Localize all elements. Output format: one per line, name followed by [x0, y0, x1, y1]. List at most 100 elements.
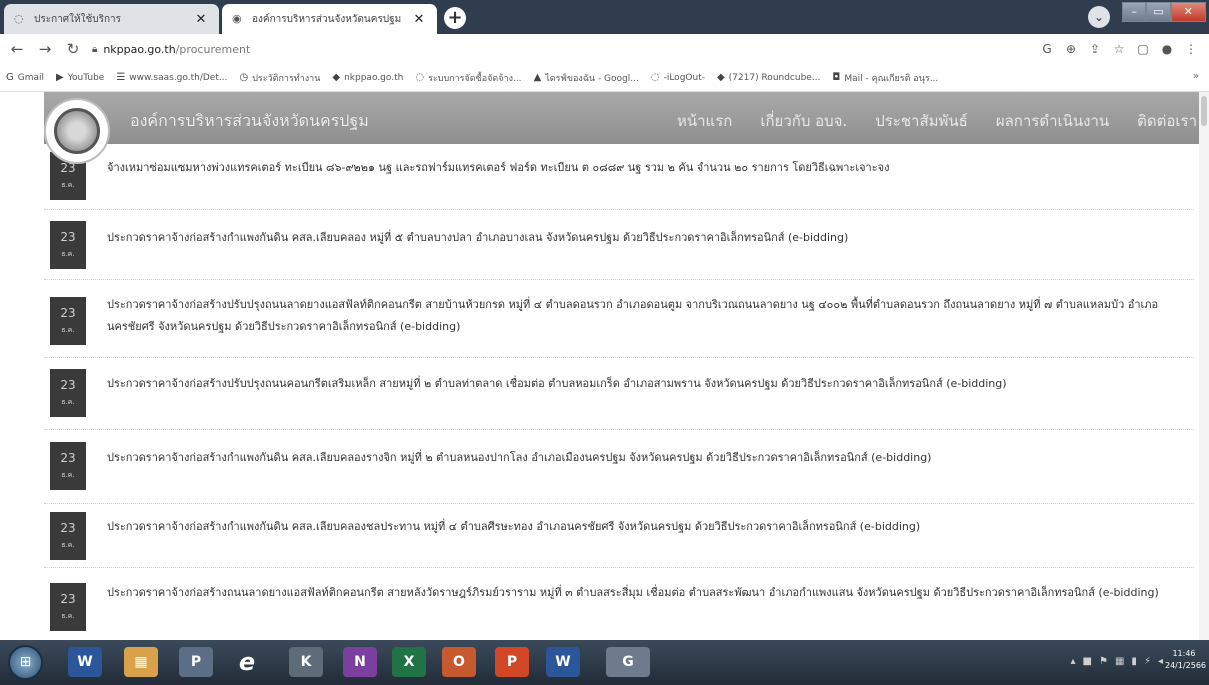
- bookmarks-bar: G Gmail ▶ YouTube ☰ www.saas.go.th/Det... ◷…: [0, 64, 1209, 92]
- signal-icon[interactable]: ▮: [1131, 656, 1137, 667]
- bookmark-item[interactable]: ☰ www.saas.go.th/Det...: [116, 72, 227, 83]
- bookmark-item[interactable]: G Gmail: [6, 72, 44, 83]
- item-title[interactable]: จ้างเหมาซ่อมแซมหางพ่วงแทรคเตอร์ ทะเบียน …: [107, 157, 1187, 179]
- start-button[interactable]: ⊞: [8, 645, 43, 680]
- bookmarks-overflow-icon[interactable]: »: [1193, 71, 1199, 82]
- document-icon: ☰: [116, 72, 126, 83]
- item-link[interactable]: ประกวดราคาจ้างก่อสร้างปรับปรุงถนนลาดยางแ…: [107, 298, 1158, 333]
- url-host: nkppao.go.th: [103, 42, 176, 56]
- address-bar[interactable]: 🔒︎ nkppao.go.th /procurement: [92, 38, 1022, 60]
- speaker-icon[interactable]: ◂: [1158, 656, 1163, 667]
- bookmark-label: ไดรฟ์ของฉัน - Googl...: [545, 73, 639, 84]
- nav-contact[interactable]: ติดต่อเรา: [1137, 109, 1197, 133]
- site-title: องค์การบริหารส่วนจังหวัดนครปฐม: [130, 111, 369, 130]
- word-taskbar-icon[interactable]: W: [546, 647, 580, 677]
- taskbar-clock[interactable]: 11:46 24/1/2566: [1165, 648, 1206, 672]
- google-icon[interactable]: G: [1035, 38, 1059, 60]
- star-icon[interactable]: ☆: [1107, 38, 1131, 60]
- item-title[interactable]: ประกวดราคาจ้างก่อสร้างถนนลาดยางแอสฟัลท์ต…: [107, 582, 1187, 604]
- date-day: 23: [60, 592, 76, 606]
- date-day: 23: [60, 230, 76, 244]
- explorer-taskbar-icon[interactable]: ▦: [124, 647, 158, 677]
- onenote-taskbar-icon[interactable]: N: [343, 647, 377, 677]
- bookmark-item[interactable]: ◌ ระบบการจัดซื้อจัดจ้าง...: [415, 71, 521, 85]
- publisher-taskbar-icon[interactable]: P: [179, 647, 213, 677]
- app-taskbar-icon[interactable]: K: [289, 647, 323, 677]
- list-item: 23 ธ.ค. ประกวดราคาจ้างก่อสร้างถนนลาดยางแ…: [44, 568, 1194, 640]
- bookmark-label: nkppao.go.th: [344, 72, 404, 83]
- nav-results[interactable]: ผลการดำเนินงาน: [996, 109, 1109, 133]
- close-icon[interactable]: ✕: [411, 12, 427, 27]
- toolbar-actions: G ⊕ ⇪ ☆ ▢ ● ⋮: [1035, 38, 1203, 60]
- item-title[interactable]: ประกวดราคาจ้างก่อสร้างปรับปรุงถนนลาดยางแ…: [107, 294, 1187, 338]
- date-badge: 23 ธ.ค.: [50, 442, 86, 490]
- zoom-icon[interactable]: ⊕: [1059, 38, 1083, 60]
- bookmark-item[interactable]: ◌ -iLogOut-: [651, 72, 705, 83]
- list-item: 23 ธ.ค. ประกวดราคาจ้างก่อสร้างปรับปรุงถน…: [44, 280, 1194, 358]
- bookmark-item[interactable]: ◆ (7217) Roundcube...: [717, 72, 820, 83]
- new-tab-button[interactable]: +: [444, 7, 466, 29]
- forward-icon[interactable]: →: [34, 38, 56, 60]
- gmail-icon: G: [6, 72, 14, 83]
- window-controls: – ▭ ✕: [1122, 2, 1206, 22]
- bookmark-item[interactable]: ◆ nkppao.go.th: [332, 72, 403, 83]
- page-scrollbar[interactable]: [1199, 92, 1209, 640]
- date-month: ธ.ค.: [61, 612, 75, 620]
- browser-tab-2[interactable]: ◉ องค์การบริหารส่วนจังหวัดนครปฐม ✕: [222, 4, 437, 34]
- date-badge: 23 ธ.ค.: [50, 369, 86, 417]
- minimize-button[interactable]: –: [1122, 2, 1147, 22]
- profile-icon[interactable]: ●: [1155, 38, 1179, 60]
- nav-about[interactable]: เกี่ยวกับ อบจ.: [760, 109, 847, 133]
- bookmark-item[interactable]: ◷ ประวัติการทำงาน: [239, 71, 320, 85]
- word-taskbar-icon[interactable]: W: [68, 647, 102, 677]
- bookmark-item[interactable]: ◘ Mail - คุณเกียรติ อนุร...: [832, 71, 938, 85]
- date-month: ธ.ค.: [61, 181, 75, 189]
- item-link[interactable]: ประกวดราคาจ้างก่อสร้างกำแพงกันดิน คสล.เล…: [107, 520, 920, 533]
- scrollbar-thumb[interactable]: [1201, 96, 1207, 126]
- internet-explorer-taskbar-icon[interactable]: e: [230, 647, 264, 677]
- bookmark-item[interactable]: ▶ YouTube: [56, 72, 104, 83]
- date-month: ธ.ค.: [61, 326, 75, 334]
- power-icon[interactable]: ⚡: [1144, 656, 1151, 667]
- list-item: 23 ธ.ค. จ้างเหมาซ่อมแซมหางพ่วงแทรคเตอร์ …: [44, 144, 1194, 210]
- item-link[interactable]: จ้างเหมาซ่อมแซมหางพ่วงแทรคเตอร์ ทะเบียน …: [107, 161, 889, 174]
- excel-taskbar-icon[interactable]: X: [392, 647, 426, 677]
- flag-icon[interactable]: ⚑: [1099, 656, 1108, 667]
- site-header: องค์การบริหารส่วนจังหวัดนครปฐม หน้าแรก เ…: [44, 92, 1199, 164]
- close-icon[interactable]: ✕: [193, 12, 209, 27]
- back-icon[interactable]: ←: [6, 38, 28, 60]
- item-link[interactable]: ประกวดราคาจ้างก่อสร้างถนนลาดยางแอสฟัลท์ต…: [107, 586, 1159, 599]
- item-title[interactable]: ประกวดราคาจ้างก่อสร้างกำแพงกันดิน คสล.เล…: [107, 227, 1187, 249]
- network-icon[interactable]: ▦: [1115, 656, 1124, 667]
- menu-icon[interactable]: ⋮: [1179, 38, 1203, 60]
- item-link[interactable]: ประกวดราคาจ้างก่อสร้างกำแพงกันดิน คสล.เล…: [107, 231, 848, 244]
- powerpoint-taskbar-icon[interactable]: P: [495, 647, 529, 677]
- date-month: ธ.ค.: [61, 250, 75, 258]
- browser-tab-1[interactable]: ◌ ประกาศให้ใช้บริการ ✕: [4, 4, 219, 34]
- close-window-button[interactable]: ✕: [1170, 2, 1206, 22]
- item-title[interactable]: ประกวดราคาจ้างก่อสร้างปรับปรุงถนนคอนกรีต…: [107, 373, 1187, 395]
- tray-app-icon[interactable]: ■: [1083, 656, 1092, 667]
- bookmark-item[interactable]: ▲ ไดรฟ์ของฉัน - Googl...: [534, 71, 639, 85]
- date-day: 23: [60, 306, 76, 320]
- nav-home[interactable]: หน้าแรก: [677, 109, 732, 133]
- site-logo[interactable]: [44, 98, 110, 164]
- tab-title: ประกาศให้ใช้บริการ: [34, 13, 122, 25]
- tab-search-button[interactable]: ⌄: [1088, 6, 1110, 28]
- date-month: ธ.ค.: [61, 398, 75, 406]
- tray-arrow-icon[interactable]: ▴: [1071, 656, 1076, 667]
- date-badge: 23 ธ.ค.: [50, 512, 86, 560]
- item-title[interactable]: ประกวดราคาจ้างก่อสร้างกำแพงกันดิน คสล.เล…: [107, 447, 1187, 469]
- nav-news[interactable]: ประชาสัมพันธ์: [875, 109, 968, 133]
- item-title[interactable]: ประกวดราคาจ้างก่อสร้างกำแพงกันดิน คสล.เล…: [107, 516, 1187, 538]
- reload-icon[interactable]: ↻: [62, 38, 84, 60]
- site-icon: ◌: [650, 72, 660, 83]
- sidepanel-icon[interactable]: ▢: [1131, 38, 1155, 60]
- maximize-button[interactable]: ▭: [1146, 2, 1171, 22]
- chrome-taskbar-icon[interactable]: G: [606, 647, 650, 677]
- item-link[interactable]: ประกวดราคาจ้างก่อสร้างปรับปรุงถนนคอนกรีต…: [107, 377, 1007, 390]
- share-icon[interactable]: ⇪: [1083, 38, 1107, 60]
- item-link[interactable]: ประกวดราคาจ้างก่อสร้างกำแพงกันดิน คสล.เล…: [107, 451, 931, 464]
- outlook-taskbar-icon[interactable]: O: [442, 647, 476, 677]
- list-item: 23 ธ.ค. ประกวดราคาจ้างก่อสร้างกำแพงกันดิ…: [44, 504, 1194, 568]
